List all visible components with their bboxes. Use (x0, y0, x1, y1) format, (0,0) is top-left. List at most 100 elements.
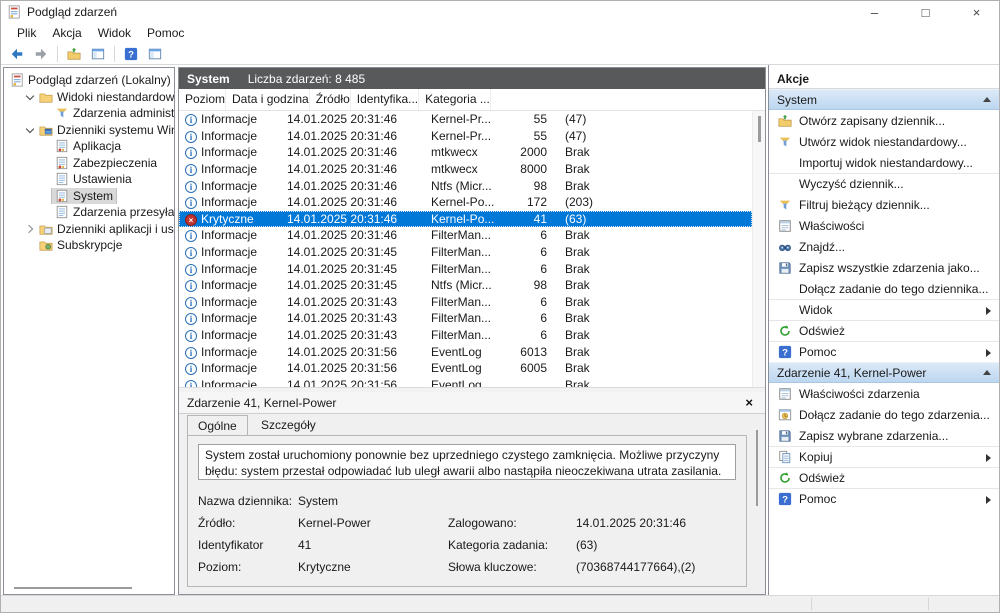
collapse-icon[interactable] (983, 370, 991, 375)
tree-security[interactable]: Zabezpieczenia (4, 155, 174, 172)
event-row[interactable]: Informacje 14.01.2025 20:31:56 EventLog … (179, 360, 752, 377)
preview-tabs: Ogólne Szczegóły (179, 414, 765, 435)
event-row[interactable]: Informacje 14.01.2025 20:31:43 FilterMan… (179, 294, 752, 311)
help-button[interactable] (120, 44, 142, 64)
toolbar-separator[interactable] (114, 46, 115, 62)
log-title: System (187, 72, 230, 86)
action-save-all-events[interactable]: Zapisz wszystkie zdarzenia jako... (769, 257, 999, 278)
tree-forwarded-events[interactable]: Zdarzenia przesyłane dale (4, 204, 174, 221)
menu-pomoc[interactable]: Pomoc (139, 24, 192, 42)
console-icon (91, 46, 105, 62)
action-refresh[interactable]: Odśwież (769, 320, 999, 341)
event-list-scrollbar[interactable] (752, 111, 765, 387)
menu-akcja[interactable]: Akcja (44, 24, 89, 42)
action-find[interactable]: Znajdź... (769, 236, 999, 257)
detail-field-row: Poziom: Krytyczne Słowa kluczowe: (70368… (198, 556, 736, 578)
event-row[interactable]: Informacje 14.01.2025 20:31:56 EventLog … (179, 343, 752, 360)
openfolder-icon (778, 114, 792, 128)
event-row[interactable]: Informacje 14.01.2025 20:31:46 Kernel-Pr… (179, 128, 752, 145)
action-refresh-event[interactable]: Odśwież (769, 467, 999, 488)
tree-application[interactable]: Aplikacja (4, 138, 174, 155)
action-attach-task-to-log[interactable]: Dołącz zadanie do tego dziennika... (769, 278, 999, 299)
toolbar-separator[interactable] (57, 46, 58, 62)
tree-system[interactable]: System (4, 188, 174, 205)
action-filter-current-log[interactable]: Filtruj bieżący dziennik... (769, 194, 999, 215)
expander-icon[interactable] (23, 126, 36, 134)
column-event-id[interactable]: Identyfika... (351, 89, 419, 110)
log-header-bar: System Liczba zdarzeń: 8 485 (179, 68, 765, 89)
tree-setup[interactable]: Ustawienia (4, 171, 174, 188)
column-source[interactable]: Źródło (310, 89, 351, 110)
field-label: Słowa kluczowe: (448, 560, 576, 574)
level-icon (185, 197, 197, 209)
column-level[interactable]: Poziom (179, 89, 226, 110)
tree-horizontal-scrollbar[interactable] (14, 587, 132, 589)
event-row[interactable]: Informacje 14.01.2025 20:31:46 mtkwecx 8… (179, 161, 752, 178)
event-row[interactable]: Informacje 14.01.2025 20:31:46 FilterMan… (179, 227, 752, 244)
action-create-custom-view[interactable]: Utwórz widok niestandardowy... (769, 131, 999, 152)
show-action-pane-button[interactable] (144, 44, 166, 64)
action-copy[interactable]: Kopiuj (769, 446, 999, 467)
tree-subscriptions[interactable]: Subskrypcje (4, 237, 174, 254)
event-row[interactable]: Informacje 14.01.2025 20:31:43 FilterMan… (179, 310, 752, 327)
column-date[interactable]: Data i godzina (226, 89, 310, 110)
preview-scrollbar[interactable] (752, 422, 762, 581)
event-fields: Nazwa dziennika: System Źródło: Kernel-P… (198, 490, 736, 578)
level-icon (185, 247, 197, 259)
action-attach-task-to-event[interactable]: Dołącz zadanie do tego zdarzenia... (769, 404, 999, 425)
folderapps-icon (39, 222, 53, 236)
expander-icon[interactable] (23, 93, 36, 101)
action-help[interactable]: Pomoc (769, 341, 999, 362)
event-row[interactable]: Informacje 14.01.2025 20:31:43 FilterMan… (179, 327, 752, 344)
event-row[interactable]: Informacje 14.01.2025 20:31:45 FilterMan… (179, 260, 752, 277)
title-bar: Podgląd zdarzeń – □ × (1, 1, 999, 23)
action-help-event[interactable]: Pomoc (769, 488, 999, 509)
action-event-properties[interactable]: Właściwości zdarzenia (769, 383, 999, 404)
event-row[interactable]: Krytyczne 14.01.2025 20:31:46 Kernel-Po.… (179, 211, 752, 228)
event-row[interactable]: Informacje 14.01.2025 20:31:46 Kernel-Po… (179, 194, 752, 211)
action-properties[interactable]: Właściwości (769, 215, 999, 236)
maximize-button[interactable]: □ (903, 1, 948, 23)
event-row[interactable]: Informacje 14.01.2025 20:31:45 FilterMan… (179, 244, 752, 261)
action-open-saved-log[interactable]: Otwórz zapisany dziennik... (769, 110, 999, 131)
scrollbar-thumb[interactable] (756, 430, 758, 506)
level-icon (185, 363, 197, 375)
column-category[interactable]: Kategoria ... (419, 89, 491, 110)
forward-button[interactable] (30, 44, 52, 64)
actions-title: Akcje (769, 69, 999, 89)
action-clear-log[interactable]: Wyczyść dziennik... (769, 173, 999, 194)
menu-widok[interactable]: Widok (90, 24, 139, 42)
event-row[interactable]: Informacje 14.01.2025 20:31:56 EventLog … (179, 377, 752, 388)
event-row[interactable]: Informacje 14.01.2025 20:31:45 Ntfs (Mic… (179, 277, 752, 294)
action-import-custom-view[interactable]: Importuj widok niestandardowy... (769, 152, 999, 173)
show-console-tree-button[interactable] (87, 44, 109, 64)
action-save-selected-events[interactable]: Zapisz wybrane zdarzenia... (769, 425, 999, 446)
level-icon (185, 114, 197, 126)
field-value: System (298, 494, 448, 508)
tab-details[interactable]: Szczegóły (251, 415, 326, 434)
action-section-header-event[interactable]: Zdarzenie 41, Kernel-Power (769, 362, 999, 383)
collapse-icon[interactable] (983, 97, 991, 102)
expander-icon[interactable] (23, 226, 36, 232)
close-button[interactable]: × (954, 1, 999, 23)
level-icon (185, 280, 197, 292)
tree-apps-services-logs[interactable]: Dzienniki aplikacji i usług (4, 221, 174, 238)
tree-root[interactable]: Podgląd zdarzeń (Lokalny) (4, 72, 174, 89)
tree-admin-events[interactable]: Zdarzenia administracyjn (4, 105, 174, 122)
action-section-header-system[interactable]: System (769, 89, 999, 110)
tree-windows-logs[interactable]: Dzienniki systemu Windows (4, 122, 174, 139)
menu-plik[interactable]: Plik (9, 24, 44, 42)
results-pane: System Liczba zdarzeń: 8 485 PoziomData … (178, 67, 766, 595)
event-row[interactable]: Informacje 14.01.2025 20:31:46 Ntfs (Mic… (179, 177, 752, 194)
event-row[interactable]: Informacje 14.01.2025 20:31:46 Kernel-Pr… (179, 111, 752, 128)
open-saved-log-button[interactable] (63, 44, 85, 64)
preview-close-icon[interactable]: × (741, 395, 757, 410)
minimize-button[interactable]: – (852, 1, 897, 23)
action-view[interactable]: Widok (769, 299, 999, 320)
back-button[interactable] (6, 44, 28, 64)
event-row[interactable]: Informacje 14.01.2025 20:31:46 mtkwecx 2… (179, 144, 752, 161)
tab-general[interactable]: Ogólne (187, 415, 248, 435)
scrollbar-thumb[interactable] (758, 116, 761, 142)
tree-custom-views[interactable]: Widoki niestandardowe (4, 89, 174, 106)
filter-icon (778, 198, 792, 212)
